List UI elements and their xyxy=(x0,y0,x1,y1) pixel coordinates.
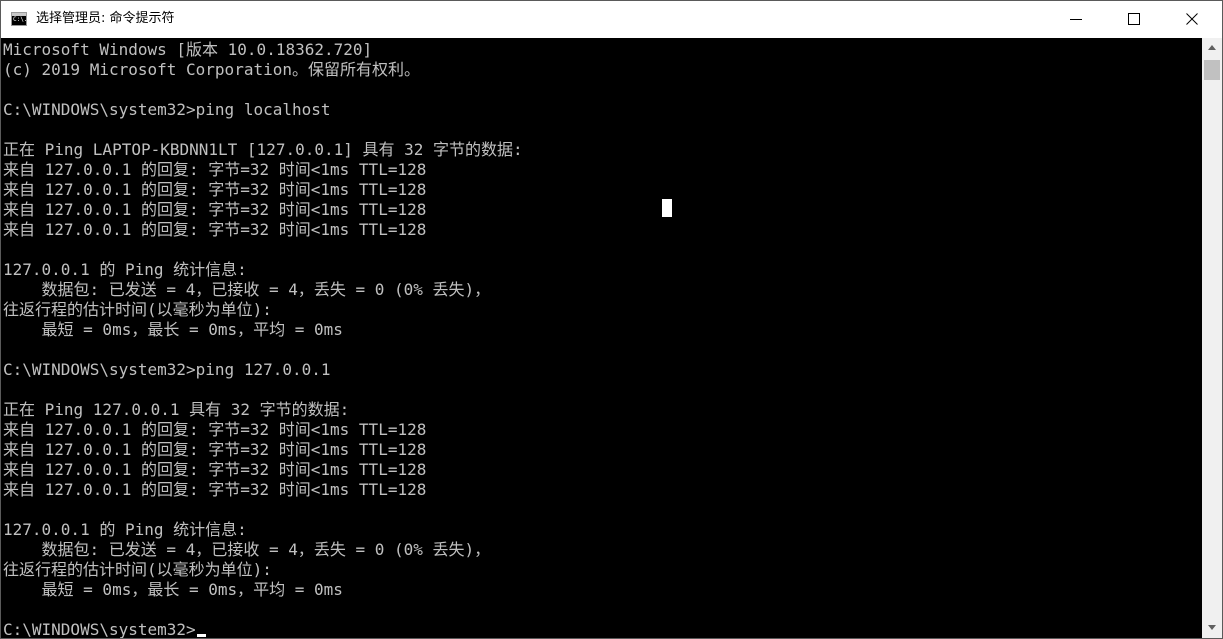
console-line: 最短 = 0ms，最长 = 0ms，平均 = 0ms xyxy=(3,580,343,599)
scrollbar-thumb[interactable] xyxy=(1204,60,1220,80)
console-line: 来自 127.0.0.1 的回复: 字节=32 时间<1ms TTL=128 xyxy=(3,220,427,239)
console-line: 数据包: 已发送 = 4，已接收 = 4，丢失 = 0 (0% 丢失)， xyxy=(3,540,491,559)
console-line: C:\WINDOWS\system32> xyxy=(3,620,196,638)
console-output[interactable]: Microsoft Windows [版本 10.0.18362.720] (c)… xyxy=(2,38,1202,638)
console-line: 127.0.0.1 的 Ping 统计信息: xyxy=(3,260,247,279)
cmd-icon[interactable]: C:\. xyxy=(11,12,27,26)
scroll-up-button[interactable] xyxy=(1202,38,1222,58)
minimize-icon xyxy=(1070,19,1082,20)
console-line: 来自 127.0.0.1 的回复: 字节=32 时间<1ms TTL=128 xyxy=(3,180,427,199)
minimize-button[interactable] xyxy=(1048,1,1106,38)
console-window: C:\. 选择管理员: 命令提示符 Microsoft Windows [版本 … xyxy=(0,0,1223,639)
cmd-icon-text: C:\. xyxy=(13,16,27,23)
console-line: 来自 127.0.0.1 的回复: 字节=32 时间<1ms TTL=128 xyxy=(3,480,427,499)
console-line: 127.0.0.1 的 Ping 统计信息: xyxy=(3,520,247,539)
console-line: C:\WINDOWS\system32>ping 127.0.0.1 xyxy=(3,360,331,379)
console-line: 来自 127.0.0.1 的回复: 字节=32 时间<1ms TTL=128 xyxy=(3,420,427,439)
console-line: 往返行程的估计时间(以毫秒为单位): xyxy=(3,300,272,319)
console-line: 正在 Ping LAPTOP-KBDNN1LT [127.0.0.1] 具有 3… xyxy=(3,140,523,159)
console-line: Microsoft Windows [版本 10.0.18362.720] xyxy=(3,40,373,59)
console-line: 来自 127.0.0.1 的回复: 字节=32 时间<1ms TTL=128 xyxy=(3,200,427,219)
text-cursor-block xyxy=(662,199,672,217)
window-title: 选择管理员: 命令提示符 xyxy=(36,11,175,26)
console-line: 数据包: 已发送 = 4，已接收 = 4，丢失 = 0 (0% 丢失)， xyxy=(3,280,491,299)
text-cursor-underscore xyxy=(196,634,206,637)
vertical-scrollbar[interactable] xyxy=(1202,38,1222,638)
console-line: (c) 2019 Microsoft Corporation。保留所有权利。 xyxy=(3,60,420,79)
scroll-down-button[interactable] xyxy=(1202,618,1222,638)
console-line: 往返行程的估计时间(以毫秒为单位): xyxy=(3,560,272,579)
maximize-icon xyxy=(1128,13,1140,25)
maximize-button[interactable] xyxy=(1106,1,1164,38)
console-line: 来自 127.0.0.1 的回复: 字节=32 时间<1ms TTL=128 xyxy=(3,440,427,459)
close-icon xyxy=(1186,13,1198,25)
console-line: C:\WINDOWS\system32>ping localhost xyxy=(3,100,331,119)
scroll-down-arrow-icon xyxy=(1208,625,1216,630)
title-bar[interactable]: C:\. 选择管理员: 命令提示符 xyxy=(1,1,1222,38)
console-line: 正在 Ping 127.0.0.1 具有 32 字节的数据: xyxy=(3,400,350,419)
console-line: 最短 = 0ms，最长 = 0ms，平均 = 0ms xyxy=(3,320,343,339)
console-line: 来自 127.0.0.1 的回复: 字节=32 时间<1ms TTL=128 xyxy=(3,160,427,179)
console-line: 来自 127.0.0.1 的回复: 字节=32 时间<1ms TTL=128 xyxy=(3,460,427,479)
close-button[interactable] xyxy=(1164,1,1222,38)
scroll-up-arrow-icon xyxy=(1208,45,1216,50)
